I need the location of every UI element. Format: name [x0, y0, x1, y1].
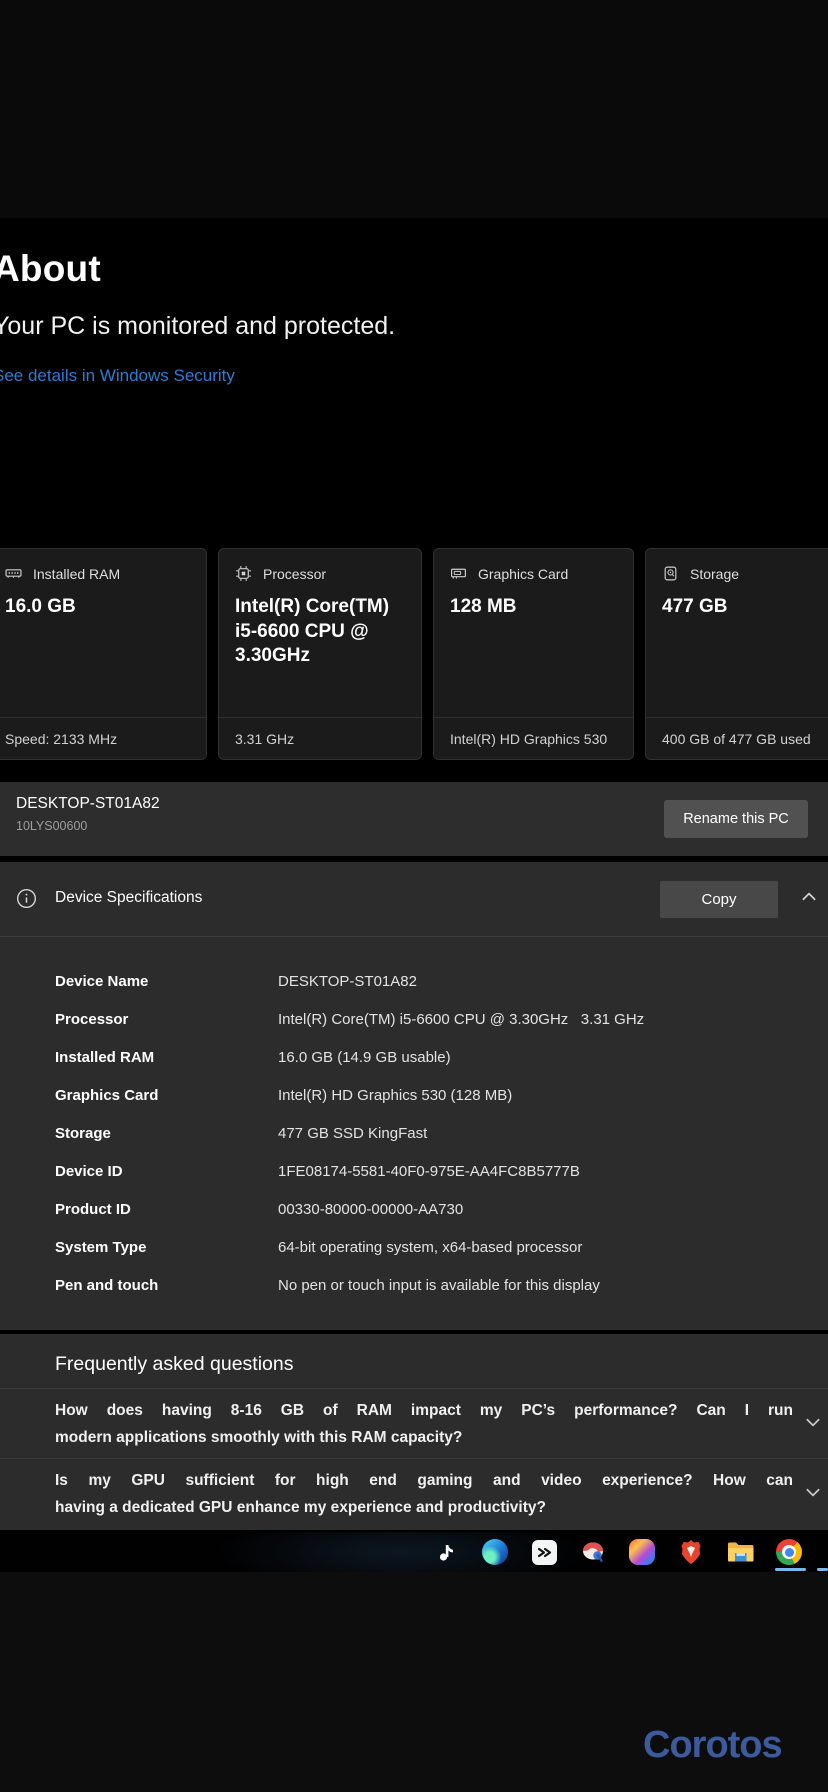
table-row: Graphics Card Intel(R) HD Graphics 530 (…	[0, 1078, 828, 1116]
ram-icon	[5, 565, 22, 582]
card-title: Processor	[263, 566, 326, 582]
device-name: DESKTOP-ST01A82	[16, 795, 160, 813]
card-value: 16.0 GB	[5, 595, 190, 620]
tiktok-icon[interactable]	[432, 1538, 460, 1566]
spec-value: No pen or touch input is available for t…	[278, 1277, 600, 1294]
copy-button[interactable]: Copy	[660, 881, 778, 918]
device-serial: 10LYS00600	[16, 819, 87, 833]
spec-value: 477 GB SSD KingFast	[278, 1125, 427, 1142]
faq-question-text: How does having 8-16 GB of RAM impact my…	[55, 1397, 793, 1451]
copilot-icon[interactable]	[628, 1538, 656, 1566]
page-title: About	[0, 248, 101, 290]
card-footer: Speed: 2133 MHz	[0, 717, 206, 759]
corotos-watermark: Corotos	[643, 1724, 782, 1767]
device-specifications-section: Device Specifications Copy Device Name D…	[0, 862, 828, 1330]
chevron-down-icon[interactable]	[804, 1483, 822, 1506]
rename-pc-button[interactable]: Rename this PC	[664, 800, 808, 838]
taskbar	[0, 1532, 828, 1572]
table-row: Pen and touch No pen or touch input is a…	[0, 1268, 828, 1306]
card-value: 477 GB	[662, 595, 828, 620]
spec-label: System Type	[55, 1239, 146, 1256]
capcut-icon[interactable]	[530, 1538, 558, 1566]
chevron-down-icon[interactable]	[804, 1413, 822, 1436]
card-value: Intel(R) Core(TM) i5-6600 CPU @ 3.30GHz	[235, 595, 405, 669]
file-explorer-icon[interactable]	[726, 1538, 754, 1566]
faq-heading: Frequently asked questions	[55, 1353, 293, 1376]
card-header: Processor	[235, 565, 405, 582]
table-row: Device ID 1FE08174-5581-40F0-975E-AA4FC8…	[0, 1154, 828, 1192]
spec-label: Device ID	[55, 1163, 123, 1180]
table-row: Processor Intel(R) Core(TM) i5-6600 CPU …	[0, 1002, 828, 1040]
card-header: Storage	[662, 565, 828, 582]
brave-icon[interactable]	[677, 1538, 705, 1566]
spec-label: Installed RAM	[55, 1049, 154, 1066]
table-row: Installed RAM 16.0 GB (14.9 GB usable)	[0, 1040, 828, 1078]
spec-value: Intel(R) HD Graphics 530 (128 MB)	[278, 1087, 512, 1104]
taskbar-icons	[432, 1538, 803, 1566]
graphics-card-card[interactable]: Graphics Card 128 MB Intel(R) HD Graphic…	[433, 548, 634, 760]
spec-value: DESKTOP-ST01A82	[278, 973, 417, 990]
table-row: Product ID 00330-80000-00000-AA730	[0, 1192, 828, 1230]
card-title: Storage	[690, 566, 739, 582]
card-footer: Intel(R) HD Graphics 530	[434, 717, 633, 759]
card-footer: 3.31 GHz	[219, 717, 421, 759]
spec-label: Device Name	[55, 973, 148, 990]
processor-card[interactable]: Processor Intel(R) Core(TM) i5-6600 CPU …	[218, 548, 422, 760]
spec-table: Device Name DESKTOP-ST01A82 Processor In…	[0, 964, 828, 1306]
top-window-strip	[0, 0, 828, 218]
card-value: 128 MB	[450, 595, 617, 620]
gpu-icon	[450, 565, 467, 582]
spec-label: Graphics Card	[55, 1087, 158, 1104]
info-icon	[16, 888, 37, 914]
faq-question-ram[interactable]: How does having 8-16 GB of RAM impact my…	[0, 1389, 828, 1458]
spec-label: Storage	[55, 1125, 111, 1142]
storage-card[interactable]: Storage 477 GB 400 GB of 477 GB used	[645, 548, 828, 760]
card-header: Installed RAM	[5, 565, 190, 582]
section-heading: Device Specifications	[55, 889, 202, 907]
spec-cards-row: Installed RAM 16.0 GB Speed: 2133 MHz Pr…	[0, 548, 828, 760]
paint-icon[interactable]	[579, 1538, 607, 1566]
device-name-row: DESKTOP-ST01A82 10LYS00600 Rename this P…	[0, 782, 828, 856]
spec-value: Intel(R) Core(TM) i5-6600 CPU @ 3.30GHz …	[278, 1011, 644, 1028]
edge-icon[interactable]	[481, 1538, 509, 1566]
spec-label: Pen and touch	[55, 1277, 158, 1294]
table-row: Storage 477 GB SSD KingFast	[0, 1116, 828, 1154]
about-settings-page: About Your PC is monitored and protected…	[0, 0, 828, 1792]
windows-security-link[interactable]: See details in Windows Security	[0, 366, 235, 386]
spec-value: 1FE08174-5581-40F0-975E-AA4FC8B5777B	[278, 1163, 580, 1180]
installed-ram-card[interactable]: Installed RAM 16.0 GB Speed: 2133 MHz	[0, 548, 207, 760]
spec-value: 64-bit operating system, x64-based proce…	[278, 1239, 582, 1256]
faq-question-gpu[interactable]: Is my GPU sufficient for high end gaming…	[0, 1459, 828, 1528]
table-row: Device Name DESKTOP-ST01A82	[0, 964, 828, 1002]
chevron-up-icon[interactable]	[800, 888, 818, 911]
spec-value: 00330-80000-00000-AA730	[278, 1201, 463, 1218]
chrome-icon[interactable]	[775, 1538, 803, 1566]
spec-label: Product ID	[55, 1201, 131, 1218]
table-row: System Type 64-bit operating system, x64…	[0, 1230, 828, 1268]
active-indicator-cut	[817, 1568, 828, 1571]
faq-question-text: Is my GPU sufficient for high end gaming…	[55, 1467, 793, 1521]
card-footer: 400 GB of 477 GB used	[646, 717, 828, 759]
spec-label: Processor	[55, 1011, 128, 1028]
card-header: Graphics Card	[450, 565, 617, 582]
spec-value: 16.0 GB (14.9 GB usable)	[278, 1049, 451, 1066]
card-title: Installed RAM	[33, 566, 120, 582]
divider	[0, 936, 828, 937]
faq-section: Frequently asked questions How does havi…	[0, 1334, 828, 1530]
monitored-status-text: Your PC is monitored and protected.	[0, 312, 395, 341]
chrome-active-indicator	[775, 1568, 806, 1571]
device-specifications-header[interactable]: Device Specifications Copy	[0, 862, 828, 936]
storage-icon	[662, 565, 679, 582]
cpu-icon	[235, 565, 252, 582]
card-title: Graphics Card	[478, 566, 568, 582]
